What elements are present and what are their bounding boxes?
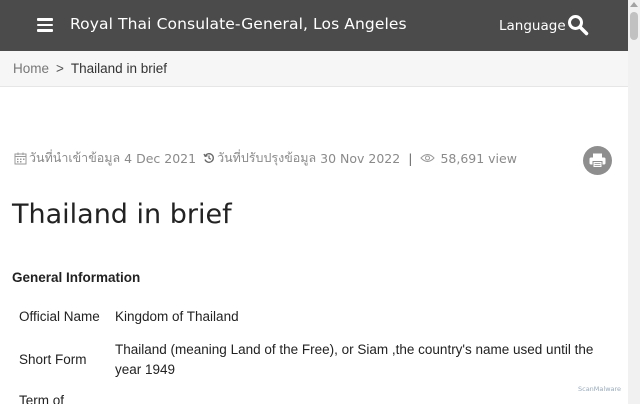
eye-icon [420,154,436,162]
info-label: Term of [19,393,65,404]
breadcrumb-separator: > [56,61,64,76]
history-icon [203,153,215,163]
scroll-up-arrow-icon[interactable] [630,2,638,7]
info-value: Thailand (meaning Land of the Free), or … [115,342,594,377]
meta-separator: | [408,150,413,166]
top-navigation-bar: Royal Thai Consulate-General, Los Angele… [0,0,628,51]
site-title[interactable]: Royal Thai Consulate-General, Los Angele… [70,15,407,33]
search-icon[interactable] [567,14,589,36]
page-title: Thailand in brief [12,199,232,230]
created-date: 4 Dec 2021 [124,150,197,166]
calendar-icon [14,152,27,164]
article-meta: วันที่นำเข้าข้อมูล 4 Dec 2021 วันที่ปรับ… [14,148,517,168]
section-title: General Information [12,270,141,285]
breadcrumb-current: Thailand in brief [70,61,167,76]
view-count: 58,691 view [440,150,517,166]
breadcrumb: Home > Thailand in brief [0,51,628,87]
info-label: Official Name [19,309,100,324]
language-selector[interactable]: Language [499,18,566,34]
updated-label: วันที่ปรับปรุงข้อมูล [217,150,317,165]
scrollbar-thumb[interactable] [630,12,638,40]
info-value: Kingdom of Thailand [115,309,239,324]
hamburger-menu-icon[interactable] [37,18,53,32]
created-label: วันที่นำเข้าข้อมูล [29,150,121,165]
print-button[interactable] [583,146,612,175]
scanmalware-watermark: ScanMalware [578,385,622,393]
vertical-scrollbar[interactable] [628,0,640,404]
breadcrumb-home-link[interactable]: Home [13,61,49,76]
info-label: Short Form [19,352,87,367]
updated-date: 30 Nov 2022 [320,150,401,166]
printer-icon [589,153,606,168]
